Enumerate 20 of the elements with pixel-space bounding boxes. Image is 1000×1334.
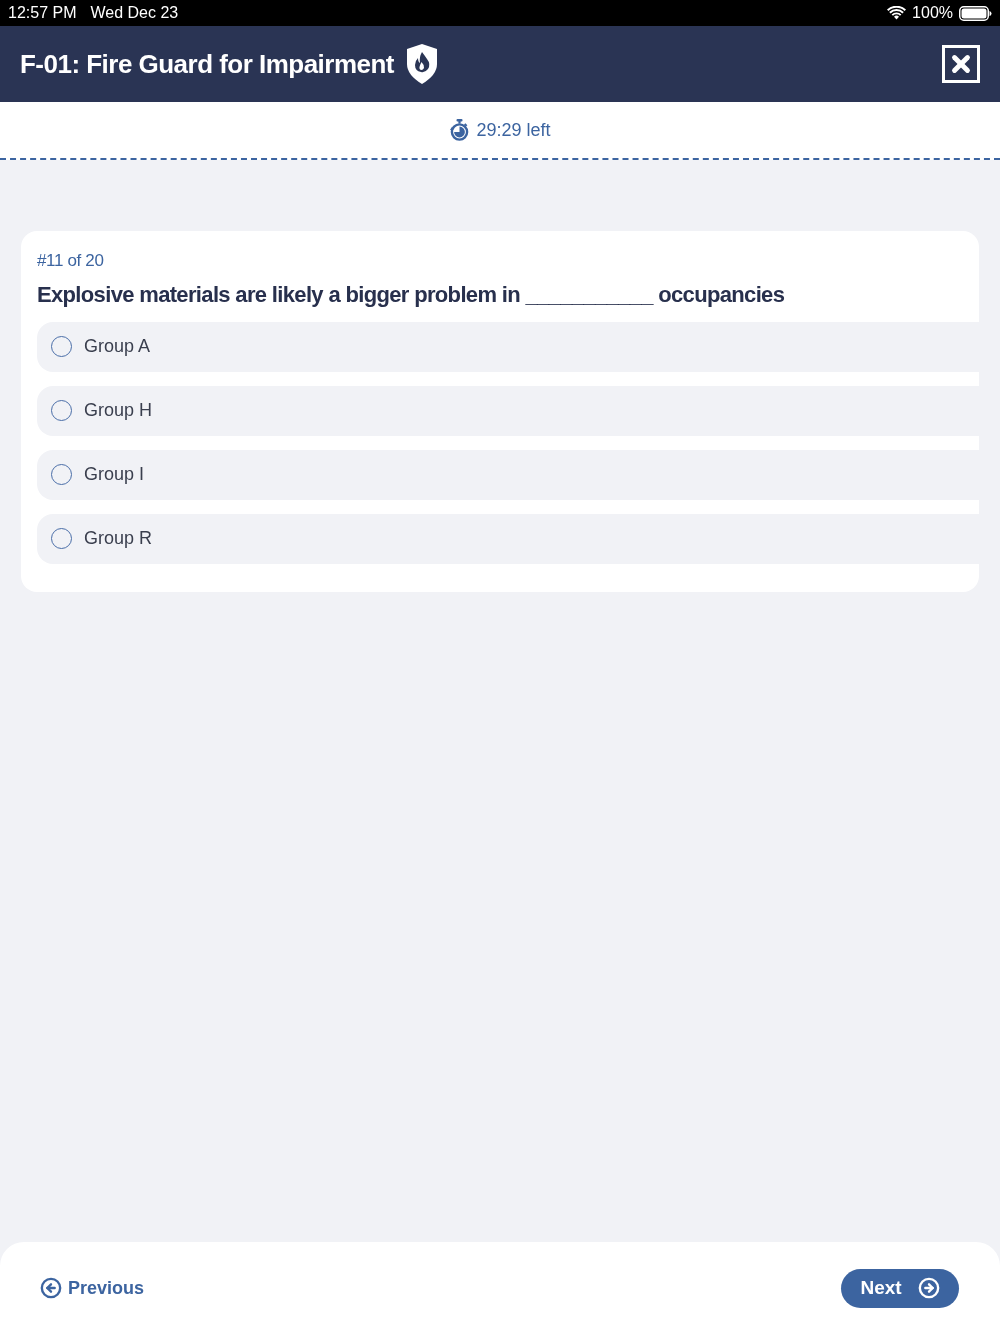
previous-button[interactable]: Previous [40, 1274, 145, 1302]
status-time: 12:57 PM [8, 3, 77, 23]
shield-flame-icon [405, 44, 438, 84]
close-button[interactable] [942, 45, 980, 83]
arrow-right-circle-icon [917, 1277, 940, 1299]
answer-option[interactable]: Group I [37, 449, 979, 500]
question-text: Explosive materials are likely a bigger problem in ___________ occupancies [37, 280, 786, 309]
answer-option[interactable]: Group A [37, 321, 979, 372]
time-left: 29:29 left [476, 118, 551, 142]
arrow-left-circle-icon [40, 1277, 62, 1299]
stopwatch-icon [449, 119, 471, 141]
battery-icon [959, 5, 992, 21]
wifi-icon [887, 6, 907, 20]
answer-option[interactable]: Group R [37, 513, 979, 564]
quiz-title: F-01: Fire Guard for Impairment [20, 47, 394, 81]
status-date: Wed Dec 23 [90, 3, 179, 23]
answer-option[interactable]: Group H [37, 385, 979, 436]
next-button[interactable]: Next [841, 1268, 959, 1308]
question-counter: #11 of 20 [37, 250, 105, 272]
battery-percent: 100% [912, 3, 953, 23]
